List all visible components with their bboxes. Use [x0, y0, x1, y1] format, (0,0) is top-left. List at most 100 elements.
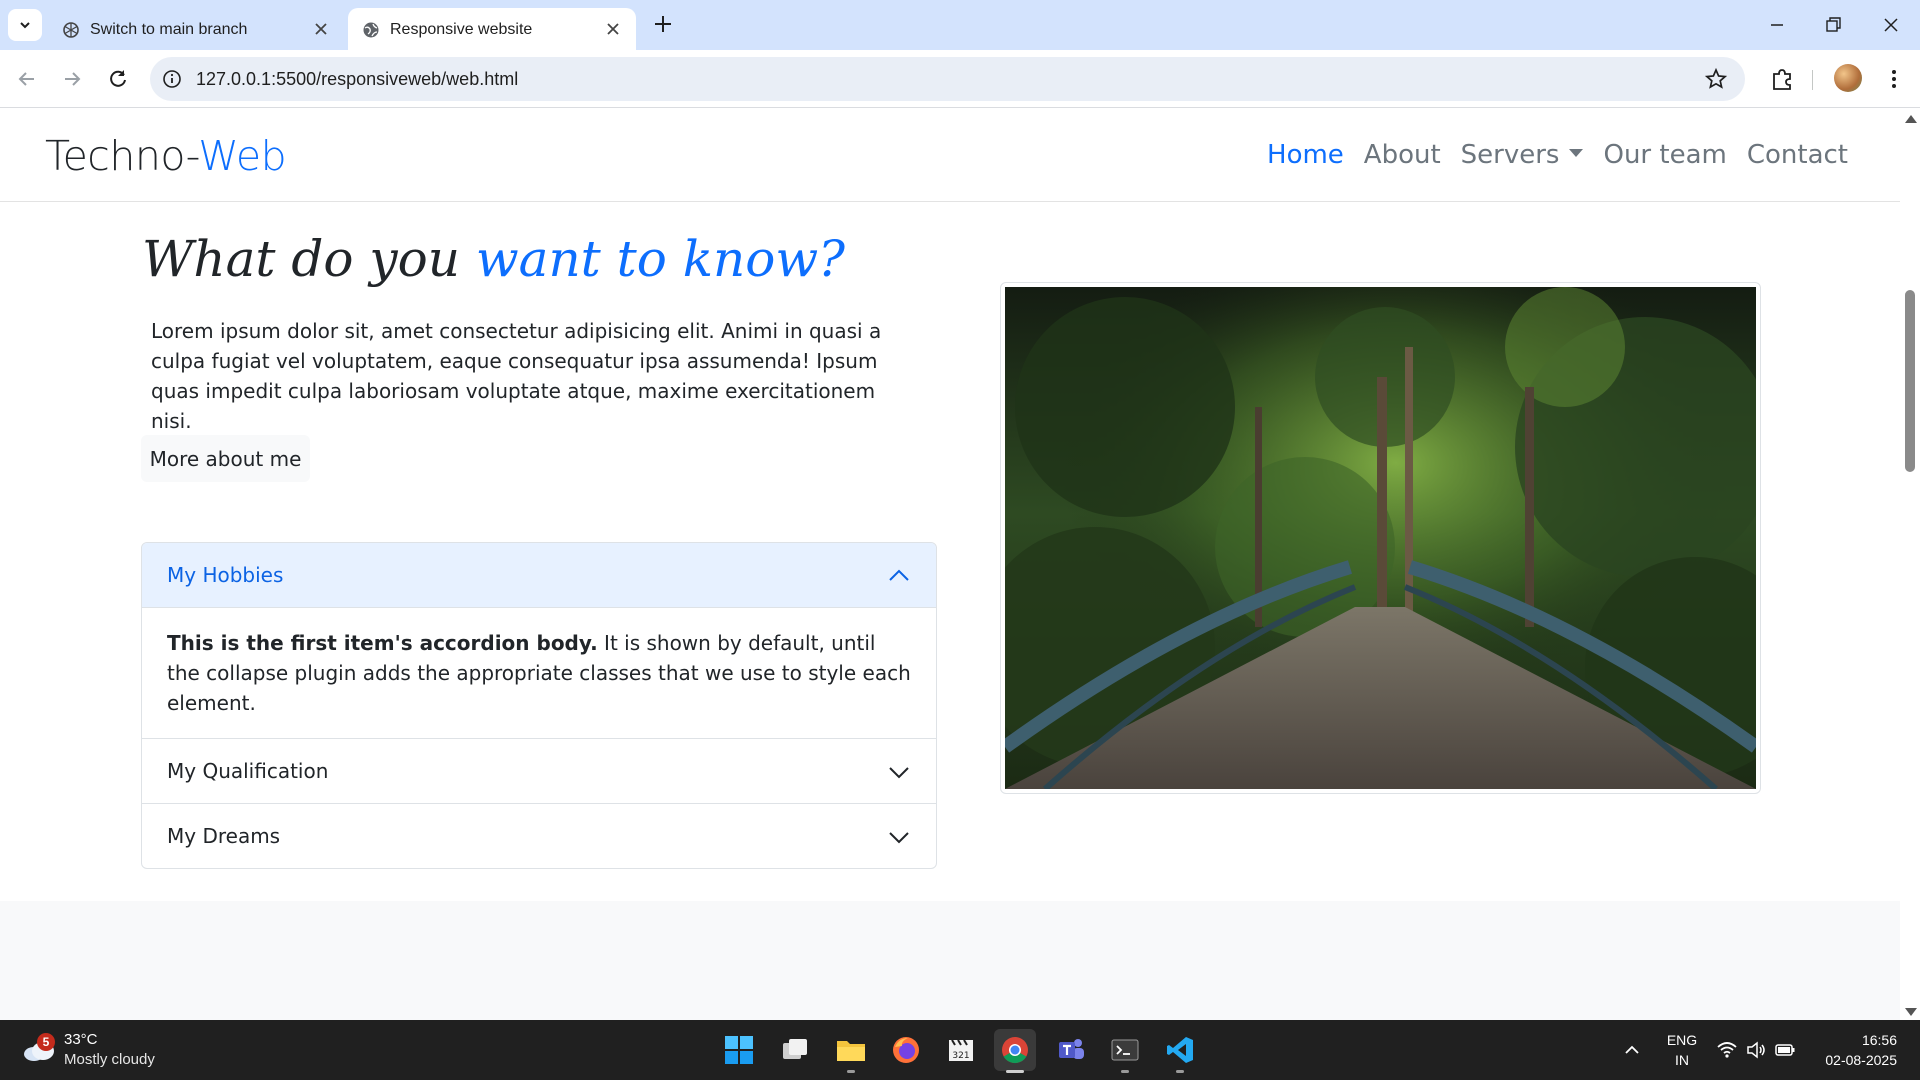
browser-tab-strip: Switch to main branch Responsive website	[0, 0, 1920, 50]
terminal-button[interactable]	[1104, 1029, 1146, 1073]
forward-arrow-icon[interactable]	[59, 66, 85, 92]
scroll-up-arrow-icon[interactable]	[1905, 115, 1917, 123]
close-window-icon[interactable]	[1878, 12, 1904, 38]
wifi-icon[interactable]	[1716, 1039, 1738, 1061]
vscode-button[interactable]	[1159, 1029, 1201, 1073]
dropdown-caret-icon	[1569, 148, 1584, 157]
browser-toolbar: 127.0.0.1:5500/responsiveweb/web.html	[0, 50, 1920, 108]
reload-icon[interactable]	[105, 66, 131, 92]
brand-main-text: Techno-	[45, 132, 199, 180]
tab-title: Responsive website	[390, 21, 533, 38]
time-text: 16:56	[1861, 1032, 1897, 1048]
nav-servers-label: Servers	[1460, 140, 1560, 170]
scrollbar-thumb[interactable]	[1905, 290, 1915, 472]
system-clock[interactable]: 16:56 02-08-2025	[1825, 1030, 1897, 1070]
restore-icon[interactable]	[1820, 12, 1846, 38]
accordion-header-hobbies[interactable]: My Hobbies	[142, 543, 936, 608]
address-bar[interactable]: 127.0.0.1:5500/responsiveweb/web.html	[150, 57, 1745, 101]
forest-bridge-photo	[1005, 287, 1756, 789]
running-indicator	[1121, 1070, 1129, 1073]
next-section-background	[0, 901, 1900, 1020]
vscode-icon	[1167, 1037, 1193, 1063]
site-brand[interactable]: Techno-Web	[45, 132, 287, 180]
chevron-down-icon	[889, 767, 909, 779]
firefox-button[interactable]	[885, 1029, 927, 1071]
tab-search-button[interactable]	[8, 9, 42, 41]
accordion-title: My Dreams	[167, 824, 281, 848]
region-code: IN	[1675, 1052, 1689, 1068]
url-text[interactable]: 127.0.0.1:5500/responsiveweb/web.html	[196, 69, 518, 90]
start-button[interactable]	[718, 1029, 760, 1071]
task-view-icon	[783, 1039, 807, 1059]
accordion-header-dreams[interactable]: My Dreams	[142, 803, 936, 868]
chevron-up-icon[interactable]	[1622, 1040, 1642, 1060]
media-app-button[interactable]: 321	[940, 1029, 982, 1071]
nav-servers-dropdown[interactable]: Servers	[1461, 140, 1584, 170]
headline-main: What do you	[142, 230, 476, 288]
more-menu-icon[interactable]	[1880, 65, 1908, 93]
nav-links: Home About Servers Our team Contact	[1267, 140, 1848, 170]
nav-about[interactable]: About	[1364, 140, 1441, 170]
chevron-up-icon	[889, 569, 909, 581]
site-navbar: Techno-Web Home About Servers Our team C…	[0, 108, 1900, 202]
web-page-content: Techno-Web Home About Servers Our team C…	[0, 108, 1900, 1020]
language-indicator[interactable]: ENG IN	[1662, 1030, 1702, 1070]
nav-contact[interactable]: Contact	[1747, 140, 1848, 170]
volume-icon[interactable]	[1745, 1039, 1767, 1061]
accordion-title: My Hobbies	[167, 563, 284, 587]
battery-icon[interactable]	[1774, 1039, 1796, 1061]
windows-logo-icon	[725, 1036, 753, 1064]
openai-icon	[63, 22, 79, 38]
language-code: ENG	[1666, 1032, 1698, 1048]
forest-bridge-illustration	[1005, 287, 1756, 789]
minimize-icon[interactable]	[1764, 12, 1790, 38]
close-icon[interactable]	[312, 20, 330, 38]
chrome-icon	[1002, 1037, 1028, 1064]
extensions-puzzle-icon[interactable]	[1768, 65, 1796, 93]
chevron-down-icon	[889, 832, 909, 844]
running-indicator	[1176, 1070, 1184, 1073]
task-view-button[interactable]	[774, 1029, 816, 1071]
weather-condition-text: Mostly cloudy	[64, 1051, 155, 1068]
running-indicator	[1006, 1070, 1024, 1073]
windows-taskbar: 5 33°C Mostly cloudy 321 ENG IN 16:56 02…	[0, 1020, 1920, 1080]
chrome-button[interactable]	[994, 1029, 1036, 1073]
tab-switch-to-main-branch[interactable]: Switch to main branch	[48, 8, 344, 50]
date-text: 02-08-2025	[1825, 1052, 1897, 1068]
new-tab-plus-icon[interactable]	[652, 13, 674, 35]
tab-title: Switch to main branch	[90, 21, 248, 38]
chevron-down-icon	[20, 22, 30, 29]
profile-avatar[interactable]	[1834, 64, 1862, 92]
headline-accent: want to know?	[475, 230, 845, 288]
file-explorer-button[interactable]	[830, 1029, 872, 1073]
more-about-me-button[interactable]: More about me	[141, 435, 310, 482]
firefox-icon	[893, 1037, 919, 1063]
back-arrow-icon[interactable]	[14, 66, 40, 92]
page-scrollbar[interactable]	[1900, 108, 1920, 1020]
teams-icon	[1059, 1039, 1084, 1059]
close-icon[interactable]	[604, 20, 622, 38]
globe-icon	[363, 22, 379, 38]
weather-badge: 5	[37, 1033, 55, 1051]
accordion-title: My Qualification	[167, 759, 329, 783]
folder-icon	[837, 1041, 865, 1061]
accordion: My Hobbies This is the first item's acco…	[141, 542, 937, 869]
terminal-icon	[1111, 1039, 1139, 1061]
accordion-body-bold: This is the first item's accordion body.	[167, 631, 598, 655]
weather-widget[interactable]: 5 33°C Mostly cloudy	[20, 1030, 220, 1070]
section-headline: What do you want to know?	[142, 230, 845, 288]
nav-our-team[interactable]: Our team	[1603, 140, 1726, 170]
intro-paragraph: Lorem ipsum dolor sit, amet consectetur …	[151, 319, 882, 433]
tab-responsive-website[interactable]: Responsive website	[348, 8, 636, 50]
bookmark-star-icon[interactable]	[1705, 68, 1727, 90]
toolbar-divider	[1812, 70, 1813, 90]
brand-accent-text: Web	[198, 132, 287, 180]
site-info-icon[interactable]	[162, 69, 182, 89]
nav-home[interactable]: Home	[1267, 140, 1344, 170]
clapperboard-icon: 321	[949, 1039, 973, 1061]
image-thumbnail-frame	[1000, 282, 1761, 794]
teams-button[interactable]	[1050, 1029, 1092, 1071]
svg-text:321: 321	[952, 1051, 969, 1061]
scroll-down-arrow-icon[interactable]	[1905, 1008, 1917, 1016]
accordion-header-qualification[interactable]: My Qualification	[142, 738, 936, 803]
